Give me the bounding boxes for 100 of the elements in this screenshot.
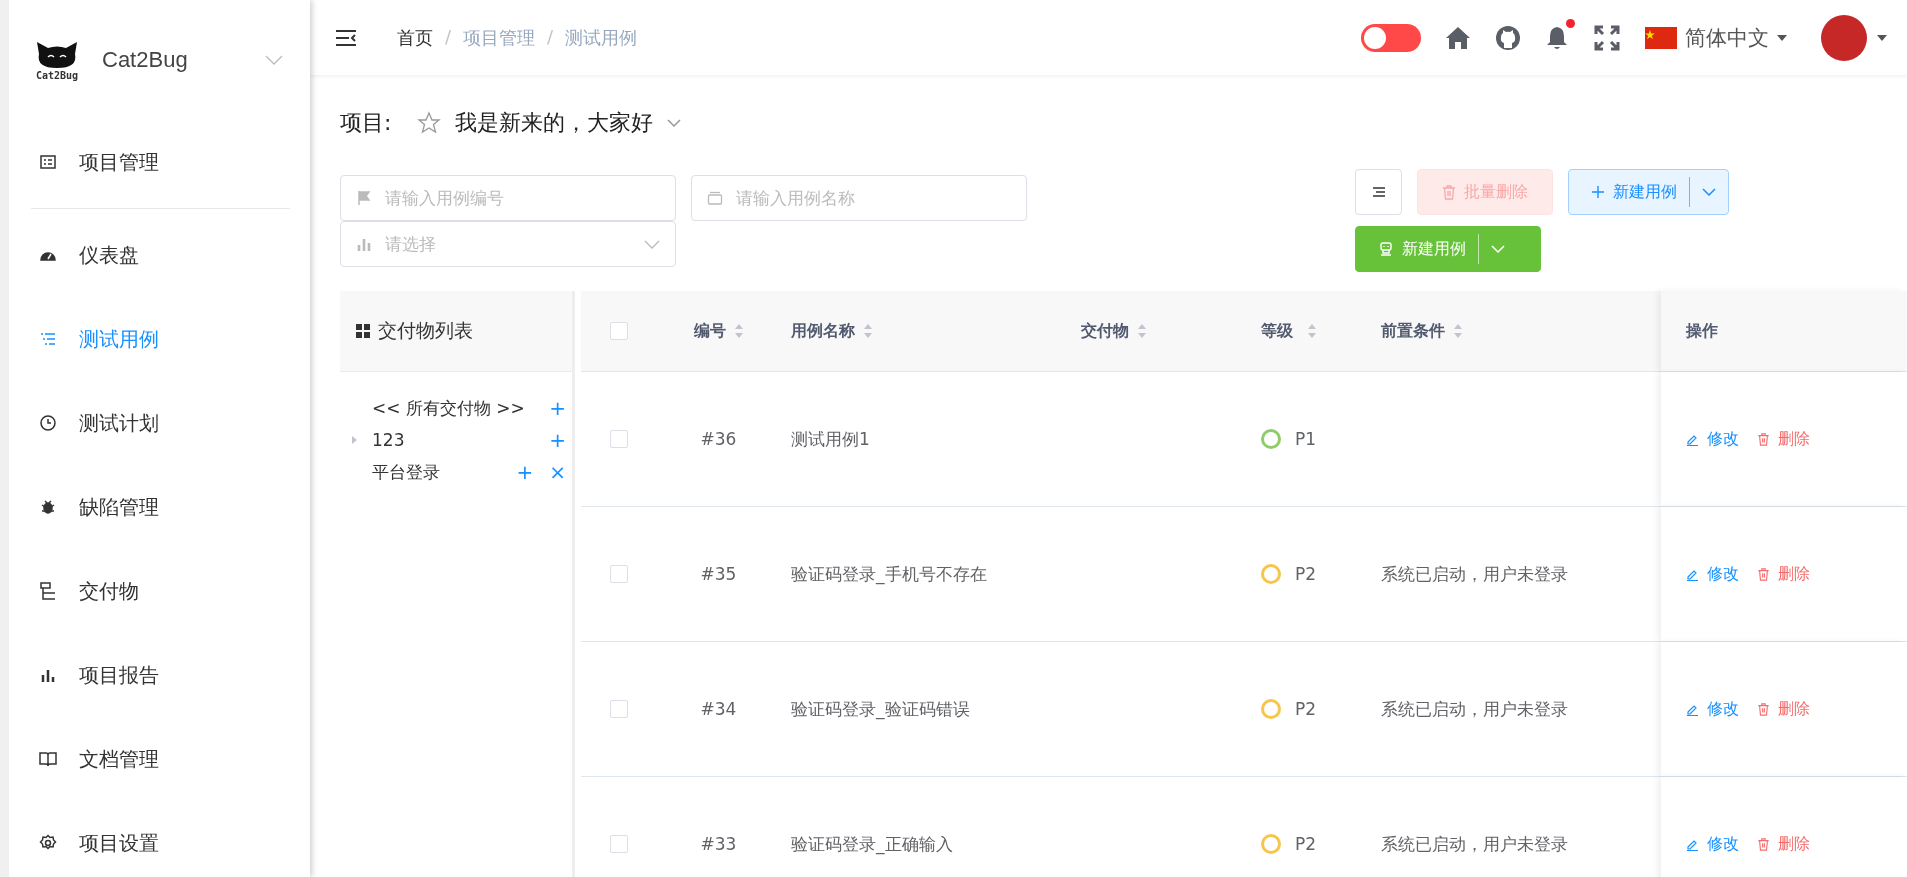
table-cell: P2 bbox=[1295, 699, 1317, 719]
column-header[interactable]: 等级 bbox=[1261, 320, 1293, 342]
menu-icon[interactable] bbox=[335, 28, 357, 47]
tree-item[interactable]: 平台登录 bbox=[372, 460, 507, 484]
list-icon bbox=[1371, 186, 1386, 198]
sort-icon[interactable] bbox=[1453, 323, 1463, 339]
table-cell: 系统已启动，用户未登录 bbox=[1381, 697, 1568, 721]
select-field[interactable]: 请选择 bbox=[340, 221, 676, 267]
column-header[interactable]: 操作 bbox=[1686, 320, 1718, 342]
theme-switch[interactable] bbox=[1361, 23, 1421, 52]
nav-label: 文档管理 bbox=[79, 745, 159, 773]
project-name[interactable]: 我是新来的，大家好 bbox=[455, 108, 654, 138]
nav-item[interactable]: 项目设置 bbox=[9, 801, 310, 877]
github-icon[interactable] bbox=[1495, 24, 1521, 51]
list-box-icon bbox=[39, 153, 57, 171]
table-cell: #34 bbox=[700, 699, 737, 719]
flag-icon bbox=[1645, 26, 1677, 49]
sort-icon[interactable] bbox=[863, 323, 873, 339]
edit-link[interactable]: 修改 bbox=[1686, 833, 1739, 855]
book-icon bbox=[39, 750, 57, 768]
nav-label: 测试计划 bbox=[79, 409, 159, 437]
column-header[interactable]: 交付物 bbox=[1081, 320, 1129, 342]
chevron-down-icon[interactable] bbox=[667, 119, 682, 127]
row-checkbox[interactable] bbox=[609, 430, 628, 448]
row-checkbox[interactable] bbox=[609, 700, 628, 718]
sort-icon[interactable] bbox=[1137, 323, 1147, 339]
bar-chart-icon bbox=[356, 236, 372, 252]
nav-item[interactable]: 测试用例 bbox=[9, 297, 310, 381]
logo-text: Cat2Bug bbox=[35, 69, 79, 81]
project-label: 项目: bbox=[340, 109, 392, 137]
tree-item[interactable]: << 所有交付物 >> bbox=[372, 396, 540, 420]
nav-item[interactable]: 仪表盘 bbox=[9, 213, 310, 297]
column-header[interactable]: 前置条件 bbox=[1381, 320, 1445, 342]
table-cell: 系统已启动，用户未登录 bbox=[1381, 562, 1568, 586]
sort-icon[interactable] bbox=[1307, 323, 1317, 339]
trash-icon bbox=[1757, 432, 1770, 446]
chevron-down-icon[interactable] bbox=[1702, 188, 1716, 196]
gear-icon bbox=[39, 834, 57, 852]
breadcrumb-separator: / bbox=[547, 25, 554, 49]
breadcrumb-link[interactable]: 首页 bbox=[397, 25, 433, 50]
edit-link[interactable]: 修改 bbox=[1686, 563, 1739, 585]
select-all-checkbox[interactable] bbox=[609, 322, 628, 340]
home-icon[interactable] bbox=[1445, 24, 1471, 51]
nav-label: 交付物 bbox=[79, 577, 139, 605]
table-cell: P2 bbox=[1295, 564, 1317, 584]
expand-caret-icon[interactable] bbox=[351, 436, 357, 444]
edit-link[interactable]: 修改 bbox=[1686, 698, 1739, 720]
panel-title: 交付物列表 bbox=[378, 318, 473, 343]
table-cell[interactable]: 测试用例1 bbox=[791, 427, 870, 451]
clock-icon bbox=[39, 414, 57, 432]
table-cell[interactable]: 验证码登录_手机号不存在 bbox=[791, 562, 987, 586]
remove-button[interactable]: × bbox=[543, 460, 572, 484]
input-field[interactable]: 请输入用例编号 bbox=[340, 175, 676, 221]
avatar[interactable] bbox=[1821, 14, 1867, 61]
robot-icon bbox=[1378, 241, 1394, 257]
nav-item[interactable]: 测试计划 bbox=[9, 381, 310, 465]
plus-icon bbox=[1591, 185, 1605, 199]
nav-label: 缺陷管理 bbox=[79, 493, 159, 521]
column-header[interactable]: 编号 bbox=[693, 320, 726, 342]
grid-icon bbox=[356, 324, 370, 338]
table-cell: #35 bbox=[700, 564, 737, 584]
breadcrumb-separator: / bbox=[445, 25, 452, 49]
nav-item[interactable]: 交付物 bbox=[9, 549, 310, 633]
trash-icon bbox=[1442, 184, 1456, 200]
table-cell: 系统已启动，用户未登录 bbox=[1381, 832, 1568, 856]
row-checkbox[interactable] bbox=[609, 835, 628, 853]
list-toggle-button[interactable] bbox=[1355, 169, 1402, 215]
trash-icon bbox=[1757, 567, 1770, 581]
input-field[interactable]: 请输入用例名称 bbox=[691, 175, 1027, 221]
nav-item[interactable]: 缺陷管理 bbox=[9, 465, 310, 549]
bell-icon[interactable] bbox=[1545, 24, 1569, 51]
table-cell: #36 bbox=[700, 429, 737, 449]
table-cell: P1 bbox=[1295, 429, 1317, 449]
language-select[interactable]: 简体中文 bbox=[1645, 23, 1787, 52]
chevron-down-icon[interactable] bbox=[264, 55, 283, 65]
tree-icon bbox=[39, 582, 57, 600]
nav-item[interactable]: 项目管理 bbox=[9, 120, 310, 204]
column-header[interactable]: 用例名称 bbox=[791, 320, 855, 342]
nav-item[interactable]: 文档管理 bbox=[9, 717, 310, 801]
table-cell[interactable]: 验证码登录_正确输入 bbox=[791, 832, 953, 856]
fullscreen-icon[interactable] bbox=[1593, 23, 1621, 52]
add-button[interactable]: + bbox=[510, 460, 540, 484]
edit-link[interactable]: 修改 bbox=[1686, 428, 1739, 450]
star-icon[interactable] bbox=[417, 111, 442, 135]
trash-icon bbox=[1757, 702, 1770, 716]
nav-item[interactable]: 项目报告 bbox=[9, 633, 310, 717]
table-cell: P2 bbox=[1295, 834, 1317, 854]
table-cell[interactable]: 验证码登录_验证码错误 bbox=[791, 697, 970, 721]
sort-icon[interactable] bbox=[733, 323, 744, 339]
list-icon bbox=[39, 330, 57, 348]
tree-item[interactable]: 123 bbox=[372, 430, 540, 450]
nav-label: 测试用例 bbox=[79, 325, 159, 353]
card-icon bbox=[707, 190, 723, 206]
row-checkbox[interactable] bbox=[609, 565, 628, 583]
table-cell: #33 bbox=[700, 834, 737, 854]
caret-icon[interactable] bbox=[1877, 34, 1887, 41]
nav-label: 项目报告 bbox=[79, 661, 159, 689]
nav-label: 仪表盘 bbox=[79, 241, 139, 269]
bug-icon bbox=[39, 498, 57, 516]
nav-label: 项目管理 bbox=[79, 148, 159, 176]
